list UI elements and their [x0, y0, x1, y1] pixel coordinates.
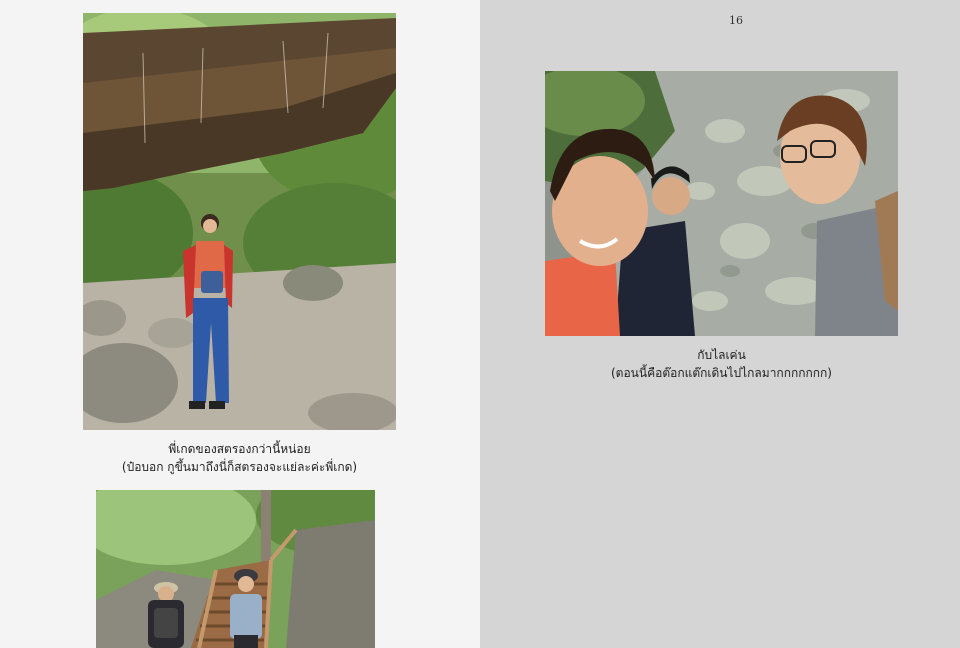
- photo-wooden-stairs-image: [96, 490, 375, 648]
- caption-rock-overhang: พี่เกดของสตรองกว่านี้หน่อย (ป๋อบอก กูขึ้…: [83, 440, 396, 476]
- caption-rock-overhang-line1: พี่เกดของสตรองกว่านี้หน่อย: [168, 442, 311, 456]
- caption-selfie-lichen-line1: กับไลเค่น: [697, 348, 746, 362]
- photo-rock-overhang-image: [83, 13, 396, 430]
- photo-rock-overhang: [83, 13, 396, 430]
- photo-wooden-stairs: [96, 490, 375, 648]
- photo-selfie-lichen-image: [545, 71, 898, 336]
- left-page: พี่เกดของสตรองกว่านี้หน่อย (ป๋อบอก กูขึ้…: [0, 0, 480, 648]
- right-page: 16 กับไลเค่น (ตอนนี้คือต๊อกแต๊กเดินไปไกล…: [480, 0, 960, 648]
- caption-rock-overhang-line2: (ป๋อบอก กูขึ้นมาถึงนี่ก็สตรองจะแย่ละค่ะพ…: [121, 460, 358, 474]
- page-number: 16: [729, 14, 743, 27]
- photo-selfie-lichen: [545, 71, 898, 336]
- caption-selfie-lichen: กับไลเค่น (ตอนนี้คือต๊อกแต๊กเดินไปไกลมาก…: [545, 346, 898, 382]
- caption-selfie-lichen-line2: (ตอนนี้คือต๊อกแต๊กเดินไปไกลมากกกกกกก): [611, 366, 832, 380]
